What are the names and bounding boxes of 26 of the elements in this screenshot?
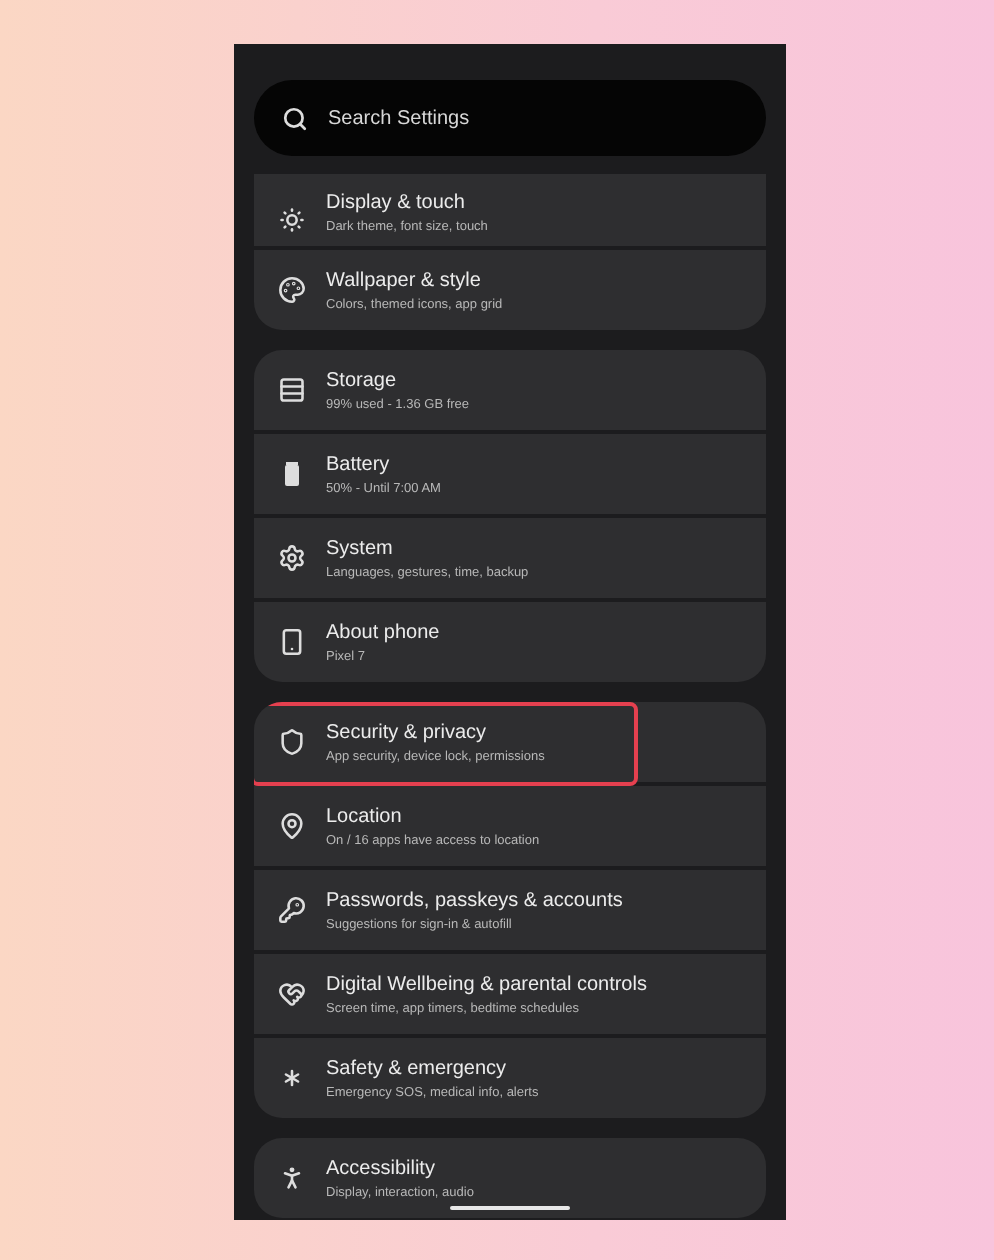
settings-icon xyxy=(278,544,306,572)
display-icon xyxy=(278,206,306,234)
key-icon xyxy=(278,896,306,924)
storage-icon xyxy=(278,376,306,404)
item-title: Digital Wellbeing & parental controls xyxy=(326,973,647,995)
item-title: Storage xyxy=(326,369,399,391)
item-title: About phone xyxy=(326,621,440,643)
item-title: System xyxy=(326,537,395,559)
item-title: Accessibility xyxy=(326,1157,437,1179)
location-pin-icon xyxy=(278,812,306,840)
search-icon xyxy=(282,105,308,131)
search-field[interactable]: Search Settings xyxy=(324,105,738,131)
item-title: Passwords, passkeys & accounts xyxy=(326,889,623,911)
wellbeing-icon xyxy=(278,980,306,1008)
item-title: Battery xyxy=(326,453,392,475)
palette-icon xyxy=(278,276,306,304)
phone-icon xyxy=(278,628,306,656)
item-title: Display & touch xyxy=(326,192,467,214)
accessibility-icon xyxy=(278,1164,306,1192)
item-title: Safety & emergency xyxy=(326,1057,509,1079)
item-title: Wallpaper & style xyxy=(326,269,483,291)
search-bar[interactable]: Search Settings xyxy=(254,80,766,156)
item-title: Location xyxy=(326,805,404,827)
home-indicator xyxy=(450,1206,570,1210)
shield-icon xyxy=(278,728,306,756)
item-title: Security & privacy xyxy=(326,721,489,743)
